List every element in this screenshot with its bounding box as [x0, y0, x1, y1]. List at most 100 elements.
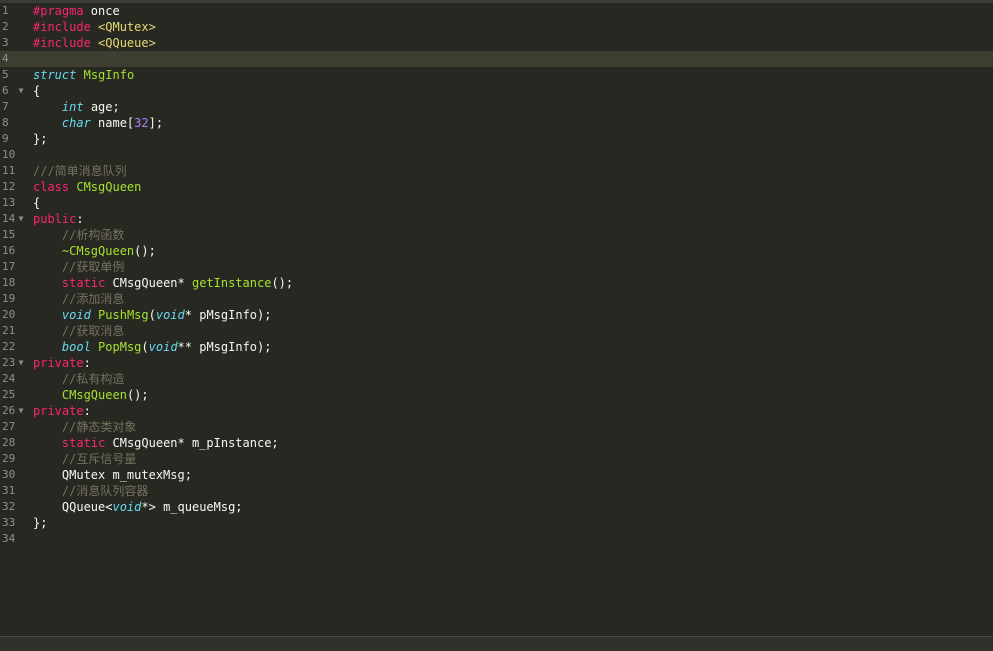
code-token: //私有构造 [61, 372, 125, 386]
code-token: }; [33, 516, 48, 530]
line-number: 30 [2, 468, 16, 481]
line-code: { [33, 195, 40, 211]
code-token: ///简单消息队列 [33, 164, 127, 178]
code-editor[interactable]: 1 #pragma once 2 #include <QMutex> 3 #include… [0, 0, 993, 651]
code-line[interactable]: 21 //获取消息 [0, 323, 993, 339]
code-line[interactable]: 25 CMsgQueen(); [0, 387, 993, 403]
code-line[interactable]: 4 [0, 51, 993, 67]
line-code: }; [33, 515, 47, 531]
code-line[interactable]: 7 int age; [0, 99, 993, 115]
fold-triangle-icon[interactable]: ▼ [16, 83, 26, 99]
code-token: //添加消息 [61, 292, 125, 306]
code-line[interactable]: 18 static CMsgQueen* getInstance(); [0, 275, 993, 291]
code-line[interactable]: 14 ▼ public: [0, 211, 993, 227]
code-line[interactable]: 5 struct MsgInfo [0, 67, 993, 83]
code-line[interactable]: 26 ▼ private: [0, 403, 993, 419]
code-line[interactable]: 1 #pragma once [0, 3, 993, 19]
code-token: : [76, 212, 84, 226]
code-token: //互斥信号量 [61, 452, 137, 466]
code-token: char [61, 116, 91, 130]
code-line[interactable]: 8 char name[32]; [0, 115, 993, 131]
code-line[interactable]: 24 //私有构造 [0, 371, 993, 387]
code-line[interactable]: 9}; [0, 131, 993, 147]
code-token: { [33, 84, 41, 98]
code-token: * pMsgInfo); [184, 308, 272, 322]
line-code: //静态类对象 [33, 419, 136, 435]
line-number: 24 [2, 372, 16, 385]
code-line[interactable]: 34 [0, 531, 993, 547]
code-line[interactable]: 3 #include <QQueue> [0, 35, 993, 51]
code-line[interactable]: 15 //析构函数 [0, 227, 993, 243]
line-code: //添加消息 [33, 291, 124, 307]
code-line[interactable]: 13 { [0, 195, 993, 211]
code-line[interactable]: 32 QQueue<void*> m_queueMsg; [0, 499, 993, 515]
code-token: (); [134, 244, 156, 258]
line-number: 27 [2, 420, 16, 433]
code-line[interactable]: 27 //静态类对象 [0, 419, 993, 435]
fold-triangle-icon[interactable]: ▼ [16, 403, 26, 419]
code-line[interactable]: 11 ///简单消息队列 [0, 163, 993, 179]
code-token: once [83, 4, 120, 18]
line-code: void PushMsg(void* pMsgInfo); [33, 307, 272, 323]
line-number: 21 [2, 324, 16, 337]
line-number: 4 [2, 52, 9, 65]
line-number: 8 [2, 116, 9, 129]
code-token: #include [33, 36, 99, 50]
fold-triangle-icon[interactable]: ▼ [16, 355, 26, 371]
horizontal-scrollbar[interactable] [0, 636, 993, 651]
code-token: void [112, 500, 142, 514]
code-line[interactable]: 30 QMutex m_mutexMsg; [0, 467, 993, 483]
line-number: 16 [2, 244, 16, 257]
line-code: class CMsgQueen [33, 179, 141, 195]
line-number: 5 [2, 68, 9, 81]
line-number: 3 [2, 36, 9, 49]
code-token: //获取消息 [61, 324, 125, 338]
line-code: #pragma once [33, 3, 120, 19]
code-line[interactable]: 6 ▼{ [0, 83, 993, 99]
code-line[interactable]: 19 //添加消息 [0, 291, 993, 307]
code-token: //析构函数 [61, 228, 125, 242]
code-line[interactable]: 23 ▼ private: [0, 355, 993, 371]
code-line[interactable]: 22 bool PopMsg(void** pMsgInfo); [0, 339, 993, 355]
code-area[interactable]: 1 #pragma once 2 #include <QMutex> 3 #include… [0, 3, 993, 637]
code-line[interactable]: 28 static CMsgQueen* m_pInstance; [0, 435, 993, 451]
code-token: age; [83, 100, 120, 114]
code-token: *> m_queueMsg; [141, 500, 243, 514]
code-token: //消息队列容器 [61, 484, 149, 498]
code-line[interactable]: 2 #include <QMutex> [0, 19, 993, 35]
code-line[interactable]: 16 ~CMsgQueen(); [0, 243, 993, 259]
code-token: { [33, 196, 41, 210]
code-token: : [83, 404, 91, 418]
code-line[interactable]: 12 class CMsgQueen [0, 179, 993, 195]
code-line[interactable]: 20 void PushMsg(void* pMsgInfo); [0, 307, 993, 323]
code-token: PopMsg [98, 340, 142, 354]
line-number: 19 [2, 292, 16, 305]
code-line[interactable]: 31 //消息队列容器 [0, 483, 993, 499]
code-token: <QQueue> [98, 36, 156, 50]
code-line[interactable]: 17 //获取单例 [0, 259, 993, 275]
code-line[interactable]: 29 //互斥信号量 [0, 451, 993, 467]
line-code: }; [33, 131, 47, 147]
line-code: ~CMsgQueen(); [33, 243, 156, 259]
code-line[interactable]: 10 [0, 147, 993, 163]
code-token: //获取单例 [61, 260, 125, 274]
code-line[interactable]: 33}; [0, 515, 993, 531]
code-token: ( [141, 340, 149, 354]
fold-triangle-icon[interactable]: ▼ [16, 211, 26, 227]
code-token: void [155, 308, 185, 322]
line-number: 20 [2, 308, 16, 321]
code-token: CMsgQueen* m_pInstance; [105, 436, 279, 450]
code-token: getInstance [191, 276, 272, 290]
line-code: bool PopMsg(void** pMsgInfo); [33, 339, 272, 355]
code-token: //静态类对象 [61, 420, 137, 434]
line-number: 15 [2, 228, 16, 241]
